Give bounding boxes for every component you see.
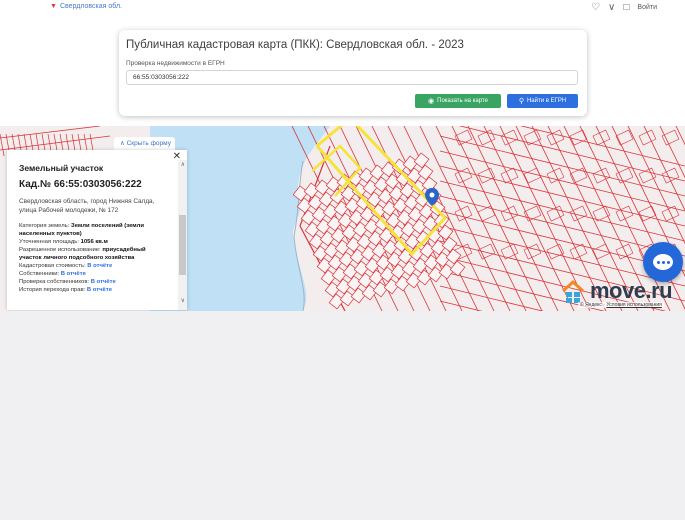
cost-report-link[interactable]: В отчёте bbox=[87, 263, 112, 269]
pkk-page: ▼ Свердловская обл. ♡ ∨ □ Войти Публичная… bbox=[0, 0, 685, 520]
check-label: Проверка собственников: bbox=[19, 279, 90, 285]
region-selector[interactable]: ▼ Свердловская обл. bbox=[50, 3, 122, 10]
user-icon: □ bbox=[623, 2, 630, 13]
map-pin-icon: ◉ bbox=[428, 98, 435, 105]
panel-scrollbar-thumb[interactable] bbox=[179, 215, 186, 275]
use-row: Разрешенное использование: приусадебный … bbox=[19, 246, 169, 262]
history-label: История перехода прав: bbox=[19, 287, 86, 293]
area-label: Уточненная площадь: bbox=[19, 239, 79, 245]
region-label: Свердловская обл. bbox=[59, 3, 123, 10]
search-card: Публичная кадастровая карта (ПКК): Сверд… bbox=[119, 30, 587, 116]
cadastral-number: Кад.№ 66:55:0303056:222 bbox=[19, 179, 142, 190]
area-row: Уточненная площадь: 1056 кв.м bbox=[19, 238, 169, 246]
category-label: Категория земель: bbox=[19, 223, 70, 229]
copyright-text: © Яндекс bbox=[580, 302, 602, 308]
house-logo-icon bbox=[560, 278, 586, 304]
terms-link[interactable]: Условия использования bbox=[606, 302, 662, 308]
parcel-address: Свердловская область, город Нижняя Салда… bbox=[19, 198, 155, 214]
login-link[interactable]: Войти bbox=[637, 4, 657, 11]
brand-name: move.ru bbox=[590, 278, 673, 303]
check-report-link[interactable]: В отчёте bbox=[91, 279, 116, 285]
area-value: 1056 кв.м bbox=[80, 239, 108, 245]
cost-row: Кадастровая стоимость: В отчёте bbox=[19, 262, 169, 270]
map-copyright: © Яндекс · Условия использования bbox=[578, 302, 664, 308]
empty-lower-area bbox=[0, 311, 685, 520]
check-row: Проверка собственников: В отчёте bbox=[19, 278, 169, 286]
chevron-down-icon[interactable]: ∨ bbox=[608, 2, 615, 13]
chevron-up-icon: ∧ bbox=[120, 140, 125, 147]
show-on-map-label: Показать на карте bbox=[437, 98, 488, 104]
hide-form-toggle[interactable]: ∧ Скрыть форму bbox=[114, 137, 175, 150]
owners-report-link[interactable]: В отчёте bbox=[61, 271, 86, 277]
history-row: История перехода прав: В отчёте bbox=[19, 286, 169, 294]
find-in-egrn-button[interactable]: ⚲ Найти в ЕГРН bbox=[507, 94, 578, 108]
page-title: Публичная кадастровая карта (ПКК): Сверд… bbox=[126, 39, 464, 51]
location-pin-icon: ▼ bbox=[50, 3, 57, 10]
heart-icon[interactable]: ♡ bbox=[591, 2, 600, 13]
panel-heading: Земельный участок bbox=[19, 163, 104, 173]
search-icon: ⚲ bbox=[518, 98, 524, 105]
category-row: Категория земель: Земли поселений (земли… bbox=[19, 222, 169, 238]
scroll-down-icon[interactable]: ∨ bbox=[181, 297, 185, 304]
search-label: Проверка недвижимости в ЕГРН bbox=[126, 60, 225, 67]
use-label: Разрешенное использование: bbox=[19, 247, 101, 253]
find-in-egrn-label: Найти в ЕГРН bbox=[526, 98, 567, 104]
chat-bubble-icon bbox=[653, 254, 673, 270]
history-report-link[interactable]: В отчёте bbox=[87, 287, 112, 293]
scroll-up-icon[interactable]: ∧ bbox=[181, 161, 185, 168]
owners-label: Собственники: bbox=[19, 271, 60, 277]
owners-row: Собственники: В отчёте bbox=[19, 270, 169, 278]
top-bar: ▼ Свердловская обл. ♡ ∨ □ Войти bbox=[0, 0, 685, 22]
chat-button[interactable] bbox=[643, 242, 683, 282]
cadastral-search-input[interactable]: 66:55:0303056:222 bbox=[126, 70, 578, 85]
show-on-map-button[interactable]: ◉ Показать на карте bbox=[415, 94, 501, 108]
cost-label: Кадастровая стоимость: bbox=[19, 263, 86, 269]
hide-form-label: Скрыть форму bbox=[126, 140, 171, 147]
parcel-info-panel: ✕ ∧ ∨ Земельный участок Кад.№ 66:55:0303… bbox=[7, 150, 187, 310]
